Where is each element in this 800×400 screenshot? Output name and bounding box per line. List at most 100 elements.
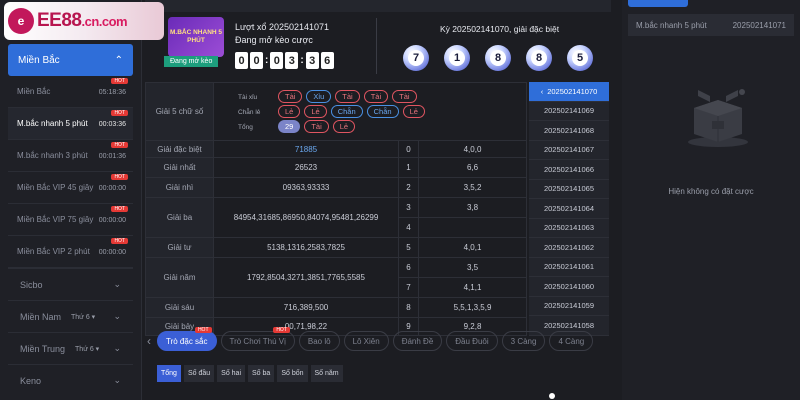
- hot-badge: HOT: [111, 206, 128, 212]
- sidebar-item-vip-2[interactable]: Miền Bắc VIP 2 phút HOT 00:00:00: [8, 236, 133, 268]
- chevron-down-icon: ⌄: [113, 311, 121, 321]
- cl-pill: Lẻ: [304, 105, 327, 118]
- countdown-digit: 3: [305, 52, 319, 69]
- period-item[interactable]: 202502141067: [529, 140, 609, 160]
- countdown-digit: 3: [285, 52, 299, 69]
- prize-label: Giải ba: [145, 197, 214, 238]
- tab-lo-xien[interactable]: Lô Xiên: [343, 331, 389, 351]
- countdown-time: 00:01:36: [98, 153, 126, 160]
- colon: :: [300, 55, 304, 66]
- sidebar-item-mb-nhanh-3[interactable]: M.bắc nhanh 3 phút HOT 00:01:36: [8, 140, 133, 172]
- sidebar-group-keno[interactable]: Keno ⌄: [8, 364, 133, 396]
- label-g5: Giải 5 chữ số: [145, 82, 214, 141]
- tab-label: 4 Càng: [558, 336, 585, 346]
- tab-label: Lô Xiên: [352, 336, 380, 346]
- period-item[interactable]: 202502141061: [529, 257, 609, 277]
- tong-pill: Lẻ: [332, 120, 356, 133]
- subtab-so-hai[interactable]: Số hai: [217, 365, 246, 382]
- tab-3-cang[interactable]: 3 Càng: [501, 331, 546, 351]
- region-mien-bac[interactable]: Miền Bắc ⌃: [8, 44, 133, 76]
- tab-4-cang[interactable]: 4 Càng: [549, 331, 594, 351]
- tail-digits: 3,5: [418, 257, 527, 278]
- tx-pill: Xỉu: [306, 90, 332, 103]
- subtab-tong[interactable]: Tổng: [157, 365, 181, 382]
- result-ball: 1: [444, 45, 470, 71]
- day-select[interactable]: Thứ 6 ▾: [71, 313, 95, 321]
- prize-value: 26523: [213, 157, 399, 178]
- sidebar-item-mb-nhanh-5[interactable]: M.bắc nhanh 5 phút HOT 00:03:36: [8, 108, 133, 140]
- info-icon[interactable]: [549, 393, 555, 399]
- tong-label: Tổng: [238, 124, 253, 131]
- sidebar-group-sicbo[interactable]: Sicbo ⌄: [8, 268, 133, 300]
- brand-logo[interactable]: e EE88.cn.com: [4, 2, 164, 40]
- prize-label: Giải nhì: [145, 177, 214, 198]
- period-item[interactable]: 202502141063: [529, 218, 609, 238]
- region-label: Miền Bắc: [18, 54, 60, 66]
- tab-dau-duoi[interactable]: Đầu Đuôi: [446, 331, 498, 351]
- tail-digits: 3,8: [418, 197, 527, 218]
- countdown: 0 0 : 0 3 : 3 6: [235, 52, 334, 69]
- cl-pill: Chẵn: [366, 105, 399, 118]
- chevron-left-icon[interactable]: ‹: [147, 334, 151, 348]
- sidebar-item-label: M.bắc nhanh 5 phút: [17, 119, 88, 128]
- logo-domain: .cn.com: [81, 14, 128, 29]
- period-item[interactable]: 202502141068: [529, 121, 609, 141]
- tab-label: Bao lô: [307, 336, 331, 346]
- tab-tro-dac-sac[interactable]: Trò đặc sắc HOT: [157, 327, 217, 351]
- countdown-time: 00:00:00: [98, 249, 126, 256]
- period-item-active[interactable]: ‹ 202502141070: [529, 82, 609, 102]
- head-digit: 1: [398, 157, 419, 178]
- sidebar-item-mien-bac[interactable]: Miền Bắc HOT 05:18:36: [8, 76, 133, 108]
- tab-label: Trò đặc sắc: [166, 336, 208, 346]
- period-item[interactable]: 202502141069: [529, 101, 609, 121]
- countdown-digit: 0: [235, 52, 248, 69]
- tab-danh-de[interactable]: Đánh Đề: [392, 331, 443, 351]
- game-badge: M.BẮC NHANH 5 PHÚT: [168, 17, 224, 57]
- sidebar-group-mien-trung[interactable]: Miền Trung Thứ 6 ▾ ⌄: [8, 332, 133, 364]
- sidebar-item-vip-45[interactable]: Miền Bắc VIP 45 giây HOT 00:00:00: [8, 172, 133, 204]
- day-select[interactable]: Thứ 6 ▾: [75, 345, 99, 353]
- hot-badge: HOT: [111, 78, 128, 84]
- group-label: Keno: [20, 375, 42, 386]
- tab-bao-lo[interactable]: Bao lô: [298, 331, 340, 351]
- ball-number: 8: [490, 50, 506, 66]
- prize-value: 5138,1316,2583,7825: [213, 237, 399, 258]
- ball-number: 8: [531, 50, 547, 66]
- subtab-so-ba[interactable]: Số ba: [248, 365, 275, 382]
- period-item[interactable]: 202502141060: [529, 277, 609, 297]
- subtab-so-bon[interactable]: Số bốn: [277, 365, 308, 382]
- ball-number: 7: [408, 50, 424, 66]
- period-item[interactable]: 202502141059: [529, 296, 609, 316]
- subtab-so-nam[interactable]: Số năm: [310, 365, 343, 382]
- countdown-time: 00:00:00: [98, 217, 126, 224]
- countdown-time: 00:00:00: [98, 185, 126, 192]
- period-item[interactable]: 202502141066: [529, 160, 609, 180]
- prize-value: 71885: [213, 140, 399, 158]
- countdown-digit: 0: [270, 52, 284, 69]
- hot-badge: HOT: [194, 327, 212, 333]
- head-digit: 7: [398, 277, 419, 298]
- bet-game-name: M.bắc nhanh 5 phút: [636, 20, 707, 30]
- hot-badge: HOT: [111, 110, 128, 116]
- tab-tro-choi-thu-vi[interactable]: Trò Chơi Thú Vị HOT: [220, 327, 295, 351]
- period-item[interactable]: 202502141065: [529, 179, 609, 199]
- countdown-digit: 0: [250, 52, 263, 69]
- period-item[interactable]: 202502141064: [529, 199, 609, 219]
- cl-pill: Lẻ: [278, 105, 301, 118]
- result-ball: 8: [485, 45, 511, 71]
- head-digit: 3: [398, 197, 419, 218]
- group-label: Miền Trung: [20, 343, 66, 354]
- bet-slip-header: M.bắc nhanh 5 phút 202502141071: [628, 14, 794, 36]
- subtab-so-dau[interactable]: Số đầu: [183, 365, 215, 382]
- logo-brand: EE88: [37, 10, 82, 31]
- sidebar-item-label: Miền Bắc VIP 2 phút: [17, 247, 90, 256]
- active-indicator: [628, 0, 688, 7]
- results-table: Giải 5 chữ số Tài xỉu Tài Xỉu Tài Tài Tài Chẵ…: [145, 82, 527, 336]
- period-item[interactable]: 202502141062: [529, 238, 609, 258]
- hot-badge: HOT: [111, 238, 128, 244]
- sidebar-item-vip-75[interactable]: Miền Bắc VIP 75 giây HOT 00:00:00: [8, 204, 133, 236]
- cl-pill: Chẵn: [330, 105, 363, 118]
- sidebar-group-mien-nam[interactable]: Miền Nam Thứ 6 ▾ ⌄: [8, 300, 133, 332]
- top-strip: [145, 0, 611, 12]
- result-ball: 7: [403, 45, 429, 71]
